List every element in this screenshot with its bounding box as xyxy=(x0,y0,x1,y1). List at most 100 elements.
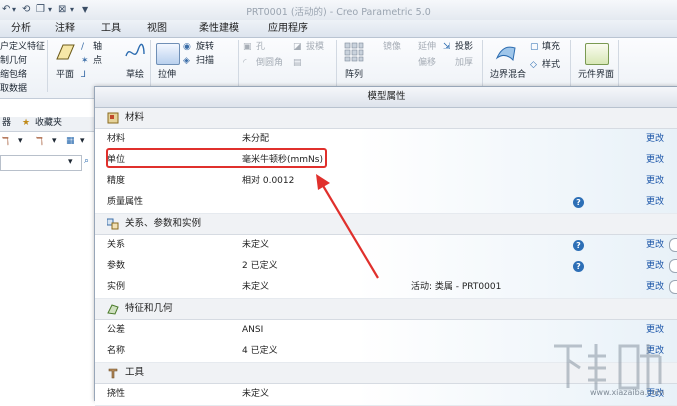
row-key: 参数 xyxy=(107,261,126,271)
expand-handle[interactable] xyxy=(669,238,677,252)
tab-flexible-modeling[interactable]: 柔性建模 xyxy=(186,21,252,37)
window-title: PRT0001 (活动的) - Creo Parametric 5.0 xyxy=(246,7,431,18)
round-button[interactable]: 倒圆角 xyxy=(256,58,283,69)
tools-icon xyxy=(107,367,119,379)
section-features-geometry: 特征和几何 xyxy=(95,299,677,320)
pattern-icon xyxy=(344,42,364,62)
draft-button[interactable]: 拔模 xyxy=(306,42,324,53)
tree-settings-icon[interactable]: ℸ xyxy=(2,136,9,147)
offset-button[interactable]: 偏移 xyxy=(418,58,436,69)
features-icon xyxy=(107,303,119,315)
help-icon[interactable]: ? xyxy=(573,261,584,272)
tab-applications[interactable]: 应用程序 xyxy=(256,21,320,37)
row-parameters: 参数 2 已定义 ? 更改 xyxy=(95,256,677,278)
shell-icon: ▤ xyxy=(293,58,302,68)
change-link[interactable]: 更改 xyxy=(646,150,664,171)
section-materials: 材料 xyxy=(95,108,677,129)
point-button[interactable]: 点 xyxy=(93,56,102,67)
sketch-button[interactable]: 草绘 xyxy=(126,70,144,81)
row-key: 挠性 xyxy=(107,389,126,399)
component-interface-icon xyxy=(585,43,609,65)
hole-icon: ▣ xyxy=(243,42,252,52)
shrinkwrap-button[interactable]: 缩包络 xyxy=(0,70,27,81)
change-link[interactable]: 更改 xyxy=(646,277,664,298)
point-icon: ✶ xyxy=(81,56,89,66)
row-value: 2 已定义 xyxy=(242,261,278,271)
hole-button[interactable]: 孔 xyxy=(256,42,265,53)
user-defined-feature-button[interactable]: 户定义特征 xyxy=(0,42,45,53)
sweep-button[interactable]: 扫描 xyxy=(196,56,214,67)
help-icon[interactable]: ? xyxy=(573,240,584,251)
row-instances: 实例 未定义 活动: 类属 - PRT0001 更改 xyxy=(95,277,677,299)
search-icon[interactable]: ⌕ xyxy=(84,156,89,167)
materials-icon xyxy=(107,112,119,124)
change-link[interactable]: 更改 xyxy=(646,192,664,213)
panel-tabs: 器 ★ 收藏夹 xyxy=(0,117,94,132)
boundary-blend-icon xyxy=(495,46,516,62)
dialog-title: 模型属性 xyxy=(95,87,677,108)
show-icon[interactable]: ▦ xyxy=(66,136,75,147)
fill-button[interactable]: 填充 xyxy=(542,42,560,53)
row-key: 关系 xyxy=(107,240,126,250)
style-icon: ◇ xyxy=(530,60,537,70)
row-key: 名称 xyxy=(107,346,126,356)
get-data-menu[interactable]: 取数据 xyxy=(0,84,27,95)
tab-tools[interactable]: 工具 xyxy=(90,21,132,37)
section-title: 材料 xyxy=(125,112,145,123)
watermark-url: www.xiazaiba.com xyxy=(590,388,665,397)
expand-handle[interactable] xyxy=(669,280,677,294)
thicken-button[interactable]: 加厚 xyxy=(455,58,473,69)
section-relations-parameters: 关系、参数和实例 xyxy=(95,214,677,235)
row-value: 未分配 xyxy=(242,134,270,144)
extrude-icon xyxy=(156,43,180,65)
sweep-icon: ◈ xyxy=(183,56,190,66)
boundary-blend-button[interactable]: 边界混合 xyxy=(490,70,526,81)
change-link[interactable]: 更改 xyxy=(646,129,664,150)
star-icon: ★ xyxy=(22,118,31,128)
axis-button[interactable]: 轴 xyxy=(93,42,102,53)
tab-favorites[interactable]: 收藏夹 xyxy=(35,118,62,129)
style-button[interactable]: 样式 xyxy=(542,60,560,71)
plane-button[interactable]: 平面 xyxy=(56,70,74,81)
copy-geometry-button[interactable]: 制几何 xyxy=(0,56,27,67)
change-link[interactable]: 更改 xyxy=(646,171,664,192)
pattern-button[interactable]: 阵列 xyxy=(345,70,363,81)
project-icon: ⇲ xyxy=(443,42,451,52)
tab-annotate[interactable]: 注释 xyxy=(44,21,86,37)
row-accuracy: 精度 相对 0.0012 更改 xyxy=(95,171,677,193)
relations-icon xyxy=(106,218,119,230)
help-icon[interactable]: ? xyxy=(573,197,584,208)
tab-model-tree[interactable]: 器 xyxy=(2,118,11,129)
project-button[interactable]: 投影 xyxy=(455,42,473,53)
model-tree-panel: 器 ★ 收藏夹 ℸ ▾ ℸ ▾ ▦ ▾ ▾ ⌕ xyxy=(0,99,95,399)
axis-icon: / xyxy=(81,42,85,52)
dropdown-icon[interactable]: ▾ xyxy=(52,136,57,147)
ribbon-tabs: 分析 注释 工具 视图 柔性建模 应用程序 xyxy=(0,20,677,38)
extend-button[interactable]: 延伸 xyxy=(418,42,436,53)
dropdown-icon[interactable]: ▾ xyxy=(80,136,85,147)
row-mass-properties: 质量属性 ? 更改 xyxy=(95,192,677,214)
revolve-button[interactable]: 旋转 xyxy=(196,42,214,53)
row-value: 相对 0.0012 xyxy=(242,176,295,186)
section-title: 工具 xyxy=(125,367,145,378)
change-link[interactable]: 更改 xyxy=(646,256,664,277)
tree-filter-icon[interactable]: ℸ xyxy=(36,136,43,147)
expand-handle[interactable] xyxy=(669,259,677,273)
search-dropdown-icon[interactable]: ▾ xyxy=(68,157,73,168)
sketch-icon xyxy=(125,43,145,57)
extrude-button[interactable]: 拉伸 xyxy=(158,70,176,81)
mirror-button[interactable]: 镜像 xyxy=(383,42,401,53)
tab-view[interactable]: 视图 xyxy=(136,21,178,37)
dropdown-icon[interactable]: ▾ xyxy=(18,136,23,147)
tree-toolbar: ℸ ▾ ℸ ▾ ▦ ▾ xyxy=(0,133,94,151)
plane-icon xyxy=(56,44,75,60)
component-interface-button[interactable]: 元件界面 xyxy=(578,70,614,81)
active-instance-text: 活动: 类属 - PRT0001 xyxy=(411,282,502,292)
change-link[interactable]: 更改 xyxy=(646,235,664,256)
revolve-icon: ◉ xyxy=(183,42,191,52)
fill-icon: ▢ xyxy=(530,42,539,52)
tab-analysis[interactable]: 分析 xyxy=(0,21,42,37)
row-value: 未定义 xyxy=(242,389,270,399)
row-key: 材料 xyxy=(107,134,126,144)
row-value: 4 已定义 xyxy=(242,346,278,356)
